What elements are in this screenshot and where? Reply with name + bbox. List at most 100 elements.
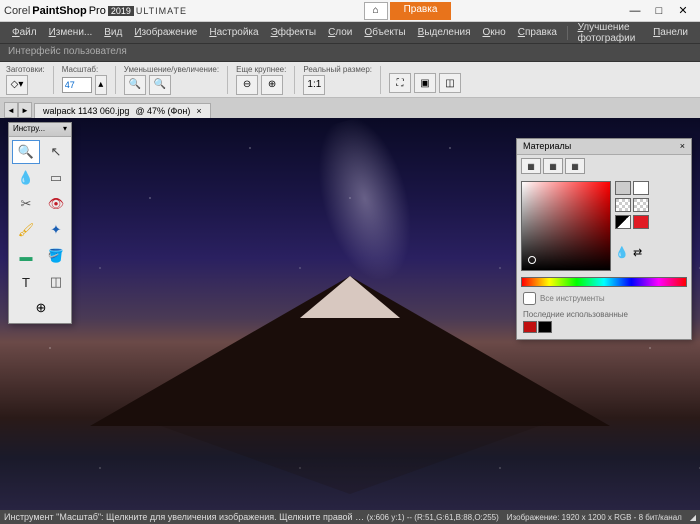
background-swatch[interactable] [633, 181, 649, 195]
foreground-swatch[interactable] [615, 181, 631, 195]
menu-window[interactable]: Окно [477, 24, 512, 41]
zoom-step-in-button[interactable]: ⊕ [261, 75, 283, 95]
color-picker[interactable] [521, 181, 611, 271]
zoom-step-out-button[interactable]: ⊖ [236, 75, 258, 95]
menu-panels[interactable]: Панели [647, 24, 694, 41]
menu-separator [567, 26, 568, 40]
hue-slider[interactable] [521, 277, 687, 287]
paintbrush-tool[interactable]: 🖌 [12, 218, 40, 242]
recent-swatch[interactable] [523, 321, 537, 333]
zoom-steps-label: Еще крупнее: [236, 65, 286, 74]
fill-tool[interactable]: 🪣 [42, 244, 70, 268]
status-bar: Инструмент "Масштаб": Щелкните для увели… [0, 510, 700, 524]
menu-layers[interactable]: Слои [322, 24, 358, 41]
home-icon: ⌂ [373, 5, 379, 16]
picker-cursor-icon [528, 256, 536, 264]
texture-swatch-2[interactable] [633, 198, 649, 212]
app-title: Corel PaintShop Pro 2019 ULTIMATE [4, 5, 187, 17]
menu-file[interactable]: Файл [6, 24, 43, 41]
status-cursor-pos: (x:606 y:1) -- (R:51,G:61,B:88,O:255) [367, 513, 499, 522]
zoom-stepper[interactable]: ▴ [95, 75, 107, 95]
all-tools-checkbox[interactable] [523, 292, 536, 305]
tools-panel-title: Инстру... [13, 124, 45, 135]
status-image-info: Изображение: 1920 x 1200 x RGB - 8 бит/к… [507, 513, 682, 522]
close-button[interactable]: ✕ [676, 4, 690, 18]
document-tab-bar: ◄ ► walpack 1143 060.jpg @ 47% (Фон) × [0, 98, 700, 118]
status-resize-icon: ◢ [690, 513, 696, 522]
zoom-in-button[interactable]: 🔍 [149, 75, 171, 95]
eyedropper-tool[interactable]: 💧 [12, 166, 40, 190]
zoom-io-label: Уменьшение/увеличение: [124, 65, 219, 74]
menu-photo-enhance[interactable]: Улучшение фотографии [572, 19, 648, 47]
all-tools-label: Все инструменты [540, 294, 605, 303]
menu-adjust[interactable]: Настройка [203, 24, 264, 41]
red-swatch[interactable] [633, 215, 649, 229]
brand-pro: Pro [89, 5, 106, 17]
texture-swatch-1[interactable] [615, 198, 631, 212]
document-zoom-suffix: @ 47% (Фон) [135, 106, 190, 116]
menu-effects[interactable]: Эффекты [265, 24, 322, 41]
fit-window-button[interactable]: ⛶ [389, 73, 411, 93]
pointer-tool[interactable]: ↖ [42, 140, 70, 164]
material-tab-swatch[interactable]: ▦ [565, 158, 585, 174]
menu-bar: Файл Измени... Вид Изображение Настройка… [0, 22, 700, 44]
maximize-button[interactable]: □ [652, 4, 666, 18]
workspace-tab-home[interactable]: ⌂ [364, 2, 388, 20]
tools-panel[interactable]: Инстру... ▾ 🔍↖💧▭✂👁🖌✦▬🪣T◫⊕ [8, 122, 72, 324]
zoom-out-button[interactable]: 🔍 [124, 75, 146, 95]
menu-view[interactable]: Вид [98, 24, 128, 41]
brand-edition: ULTIMATE [136, 6, 187, 16]
recent-swatch[interactable] [538, 321, 552, 333]
minimize-button[interactable]: — [628, 4, 642, 18]
menu-selections[interactable]: Выделения [412, 24, 477, 41]
submenu-label[interactable]: Интерфейс пользователя [8, 46, 127, 57]
crop-tool[interactable]: ✂ [12, 192, 40, 216]
status-hint: Инструмент "Масштаб": Щелкните для увели… [4, 512, 367, 522]
zoom-tool[interactable]: 🔍 [12, 140, 40, 164]
vector-tool[interactable]: ◫ [42, 270, 70, 294]
materials-panel[interactable]: Материалы × ▦ ▦ ▦ 💧 ⇄ [516, 138, 692, 340]
tab-close-button[interactable]: × [196, 106, 201, 116]
clone-tool[interactable]: ✦ [42, 218, 70, 242]
workspace-tab-edit[interactable]: Правка [390, 2, 452, 20]
panel-close-icon[interactable]: × [680, 141, 685, 152]
swap-colors-icon[interactable]: ⇄ [633, 246, 649, 260]
dropdown-icon: ▾ [63, 124, 67, 135]
brand-year: 2019 [108, 6, 134, 16]
zoom-out-icon: 🔍 [129, 79, 141, 90]
snap-button[interactable]: ◫ [439, 73, 461, 93]
eyedropper-icon[interactable]: 💧 [615, 246, 631, 260]
zoom-in-icon: 🔍 [154, 79, 166, 90]
tab-next-button[interactable]: ► [18, 102, 32, 118]
actual-size-label: Реальный размер: [303, 65, 372, 74]
document-tab[interactable]: walpack 1143 060.jpg @ 47% (Фон) × [34, 103, 211, 118]
recent-label: Последние использованные [523, 310, 628, 319]
material-tab-frame[interactable]: ▦ [521, 158, 541, 174]
materials-header[interactable]: Материалы × [517, 139, 691, 155]
zoom-label: Масштаб: [62, 65, 98, 74]
marquee-tool[interactable]: ▭ [42, 166, 70, 190]
pan-tool[interactable]: ⊕ [27, 296, 55, 320]
brand-corel: Corel [4, 5, 30, 17]
menu-help[interactable]: Справка [512, 24, 563, 41]
fit-image-button[interactable]: ▣ [414, 73, 436, 93]
redeye-tool[interactable]: 👁 [42, 192, 70, 216]
tab-prev-button[interactable]: ◄ [4, 102, 18, 118]
presets-label: Заготовки: [6, 65, 45, 74]
material-tab-rainbow[interactable]: ▦ [543, 158, 563, 174]
document-name: walpack 1143 060.jpg [43, 106, 129, 116]
menu-image[interactable]: Изображение [128, 24, 203, 41]
shape-tool[interactable]: ▬ [12, 244, 40, 268]
presets-dropdown[interactable]: ◇▾ [6, 75, 28, 95]
tool-options-bar: Заготовки: ◇▾ Масштаб: ▴ Уменьшение/увел… [0, 62, 700, 98]
menu-objects[interactable]: Объекты [358, 24, 411, 41]
menu-edit[interactable]: Измени... [43, 24, 99, 41]
materials-title: Материалы [523, 141, 571, 152]
text-tool[interactable]: T [12, 270, 40, 294]
brand-paintshop: PaintShop [32, 5, 86, 17]
zoom-input[interactable] [62, 77, 92, 93]
bw-swatch[interactable] [615, 215, 631, 229]
submenu-bar: Интерфейс пользователя [0, 44, 700, 62]
actual-size-button[interactable]: 1:1 [303, 75, 325, 95]
tools-panel-header[interactable]: Инстру... ▾ [9, 123, 71, 137]
